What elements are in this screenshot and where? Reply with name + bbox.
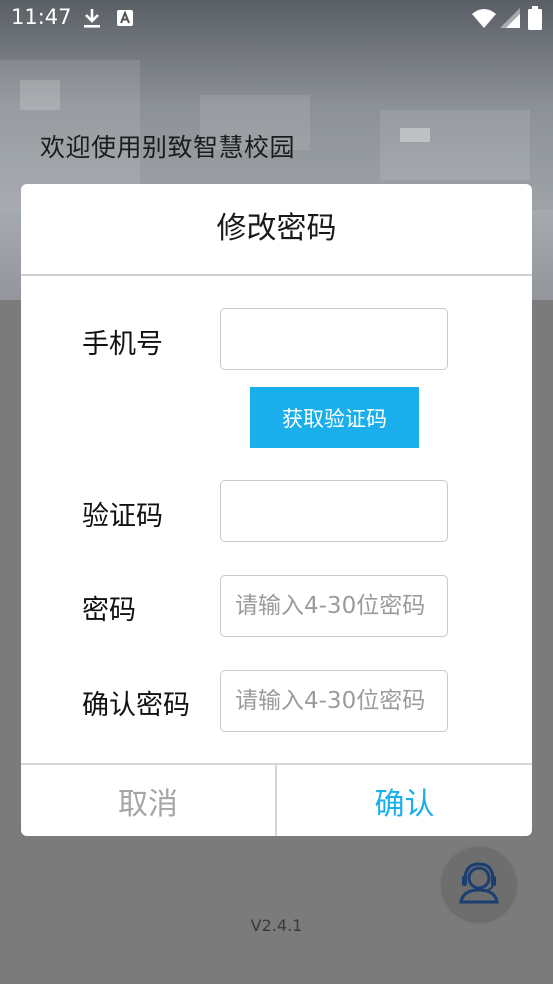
confirm-button[interactable]: 确认 <box>277 765 532 836</box>
signal-icon <box>500 8 520 32</box>
cancel-button[interactable]: 取消 <box>21 765 275 836</box>
confirm-password-input[interactable] <box>220 670 448 732</box>
phone-input[interactable] <box>220 308 448 370</box>
status-time: 11:47 <box>11 5 72 29</box>
customer-service-icon <box>455 858 503 910</box>
wifi-icon <box>472 8 496 32</box>
password-input[interactable] <box>220 575 448 637</box>
code-label: 验证码 <box>82 501 163 532</box>
change-password-dialog: 修改密码 手机号 获取验证码 验证码 密码 确认密码 取消 确认 <box>21 184 532 836</box>
get-code-button[interactable]: 获取验证码 <box>250 387 419 448</box>
confirm-password-label: 确认密码 <box>82 690 190 721</box>
app-notification-icon <box>116 9 134 31</box>
code-input[interactable] <box>220 480 448 542</box>
phone-label: 手机号 <box>82 329 163 360</box>
welcome-text: 欢迎使用别致智慧校园 <box>40 133 296 162</box>
battery-icon <box>528 6 542 34</box>
status-bar: 11:47 <box>0 0 553 36</box>
customer-service-button[interactable] <box>442 847 516 921</box>
download-icon <box>82 7 102 33</box>
title-divider <box>21 274 532 276</box>
password-label: 密码 <box>82 595 136 626</box>
dialog-title: 修改密码 <box>216 211 337 246</box>
